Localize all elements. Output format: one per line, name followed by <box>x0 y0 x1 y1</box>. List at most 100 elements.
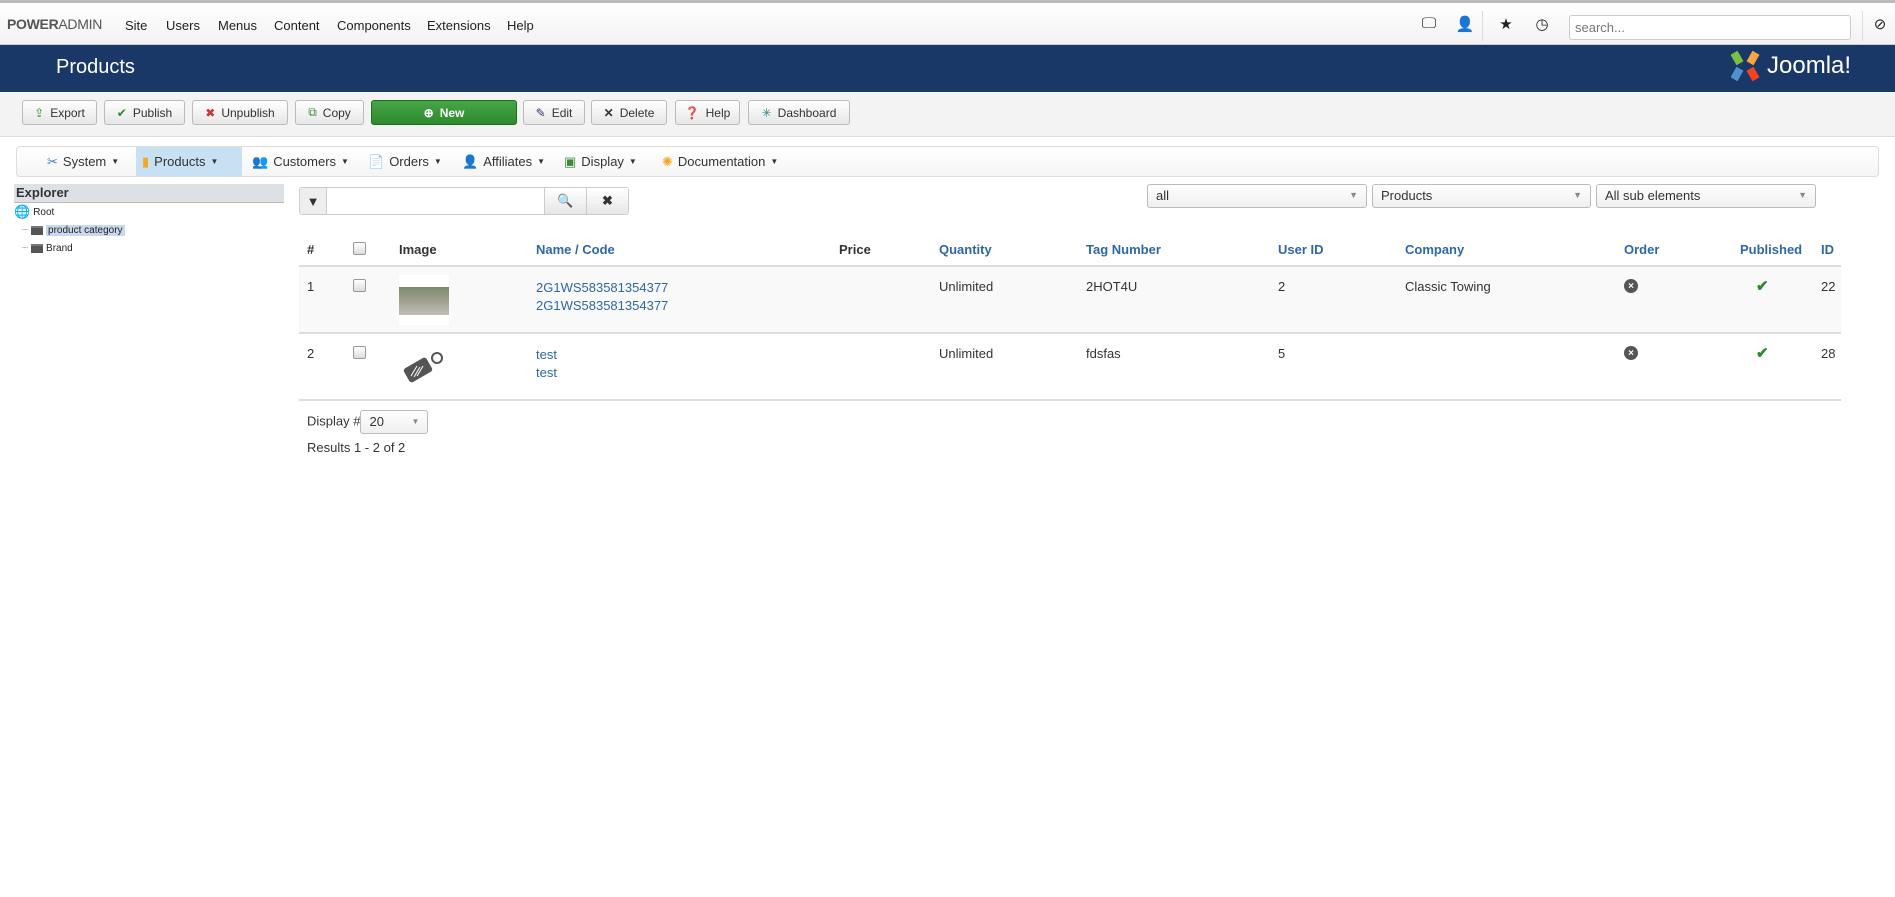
menu-label: Products <box>154 154 206 169</box>
row-checkbox[interactable] <box>353 346 366 362</box>
col-company[interactable]: Company <box>1405 242 1464 257</box>
tree-line: ┈ <box>22 242 29 254</box>
chevron-down-icon: ▼ <box>1573 190 1582 200</box>
nav-menus[interactable]: Menus <box>218 18 257 33</box>
search-input[interactable] <box>1569 15 1851 40</box>
menu-label: Affiliates <box>483 154 533 169</box>
products-table: # Image Name / Code Price Quantity Tag N… <box>299 230 1841 401</box>
nav-content[interactable]: Content <box>274 18 320 33</box>
menu-orders[interactable]: 📄 Orders ▼ <box>362 147 448 176</box>
chevron-down-icon: ▼ <box>1798 190 1807 200</box>
product-name-link[interactable]: test <box>536 347 557 362</box>
globe-icon: 🌐 <box>14 204 31 219</box>
top-navbar: POWERADMIN Site Users Menus Content Comp… <box>0 0 1895 45</box>
publish-button[interactable]: ✔ Publish <box>104 100 185 125</box>
product-code-link[interactable]: test <box>536 365 557 380</box>
copy-button[interactable]: ⧉ Copy <box>295 100 364 125</box>
tag-image-icon[interactable] <box>399 350 449 390</box>
menu-products[interactable]: ▮ Products ▼ <box>136 147 242 176</box>
menu-customers[interactable]: 👥 Customers ▼ <box>246 147 355 176</box>
folder-icon <box>31 225 44 235</box>
col-published[interactable]: Published <box>1740 242 1802 257</box>
col-num: # <box>307 242 315 257</box>
nav-users[interactable]: Users <box>166 18 200 33</box>
col-tag[interactable]: Tag Number <box>1086 242 1161 257</box>
caret-down-icon: ▼ <box>537 157 546 166</box>
checkin-icon[interactable]: ⊘ <box>1870 15 1890 33</box>
joomla-icon <box>1731 50 1760 82</box>
published-check-icon[interactable]: ✔ <box>1756 344 1769 362</box>
filter-icon: ▼ <box>300 188 327 214</box>
tree-item-product-category[interactable]: ┈ product category <box>14 221 284 239</box>
dashboard-icon: ✳ <box>761 105 772 120</box>
clock-icon[interactable]: ◷ <box>1532 15 1552 33</box>
order-remove-icon[interactable]: × <box>1624 279 1638 293</box>
new-button[interactable]: ⊕ New <box>371 100 517 125</box>
nav-components[interactable]: Components <box>337 18 411 33</box>
status-select[interactable]: all ▼ <box>1147 184 1367 208</box>
affiliates-icon: 👤 <box>462 153 479 169</box>
unpublish-button[interactable]: ✖ Unpublish <box>192 100 288 125</box>
title-bar: Products Joomla! <box>0 45 1895 92</box>
dashboard-label: Dashboard <box>777 105 837 120</box>
published-check-icon[interactable]: ✔ <box>1756 277 1769 295</box>
order-remove-icon[interactable]: × <box>1624 346 1638 360</box>
quantity: Unlimited <box>939 279 994 294</box>
col-id[interactable]: ID <box>1821 242 1834 257</box>
menu-label: System <box>62 154 107 169</box>
menu-display[interactable]: ▣ Display ▼ <box>558 147 643 176</box>
monitor-icon[interactable]: 🖵 <box>1419 15 1439 32</box>
search-button[interactable]: 🔍 <box>544 188 586 214</box>
star-icon[interactable]: ★ <box>1496 15 1516 33</box>
menu-documentation[interactable]: ✺ Documentation ▼ <box>656 147 784 176</box>
filter-input[interactable] <box>327 188 544 214</box>
plus-circle-icon: ⊕ <box>423 105 434 120</box>
product-image[interactable] <box>399 275 449 325</box>
search-icon: 🔍 <box>557 193 574 208</box>
menu-affiliates[interactable]: 👤 Affiliates ▼ <box>456 147 551 176</box>
edit-button[interactable]: ✎ Edit <box>523 100 585 125</box>
check-icon: ✔ <box>116 105 127 120</box>
customers-icon: 👥 <box>252 153 269 169</box>
nav-help[interactable]: Help <box>507 18 534 33</box>
export-button[interactable]: ⇪ Export <box>22 100 97 125</box>
explorer-panel: Explorer 🌐 Root ┈ product category ┈ Brand <box>14 184 284 257</box>
type-select[interactable]: Products ▼ <box>1372 184 1591 208</box>
tree-item-brand[interactable]: ┈ Brand <box>14 239 284 257</box>
display-label: Display # <box>307 413 361 429</box>
user-icon[interactable]: 👤 <box>1455 15 1475 33</box>
col-order[interactable]: Order <box>1624 242 1659 257</box>
tools-icon: ✂ <box>47 153 58 169</box>
row-num: 1 <box>307 279 315 294</box>
help-button[interactable]: ❓ Help <box>675 100 740 125</box>
divider <box>1482 11 1483 41</box>
copy-icon: ⧉ <box>308 105 317 119</box>
scope-select[interactable]: All sub elements ▼ <box>1596 184 1816 208</box>
caret-down-icon: ▼ <box>433 157 442 166</box>
menu-label: Customers <box>273 154 337 169</box>
filter-bar: ▼ 🔍 ✖ <box>299 187 629 215</box>
menu-system[interactable]: ✂ System ▼ <box>41 147 125 176</box>
clear-button[interactable]: ✖ <box>586 188 628 214</box>
dashboard-button[interactable]: ✳ Dashboard <box>748 100 850 125</box>
col-name[interactable]: Name / Code <box>536 242 615 257</box>
company: Classic Towing <box>1405 279 1491 294</box>
product-name-link[interactable]: 2G1WS583581354377 <box>536 280 668 295</box>
tree-root[interactable]: 🌐 Root <box>14 203 284 221</box>
select-all-checkbox[interactable] <box>353 242 366 258</box>
col-quantity[interactable]: Quantity <box>939 242 992 257</box>
list-footer: Display # 20 ▼ Results 1 - 2 of 2 <box>307 410 429 455</box>
row-checkbox[interactable] <box>353 279 366 295</box>
display-count-select[interactable]: 20 ▼ <box>360 410 429 434</box>
folder-icon <box>31 243 44 253</box>
nav-extensions[interactable]: Extensions <box>427 18 491 33</box>
col-user[interactable]: User ID <box>1278 242 1324 257</box>
user-id: 2 <box>1278 279 1286 294</box>
product-code-link[interactable]: 2G1WS583581354377 <box>536 298 668 313</box>
brand-logo[interactable]: POWERADMIN <box>7 16 102 32</box>
nav-site[interactable]: Site <box>125 18 147 33</box>
user-id: 5 <box>1278 346 1286 361</box>
delete-button[interactable]: ✕ Delete <box>591 100 667 125</box>
results-count: Results 1 - 2 of 2 <box>307 440 406 455</box>
delete-label: Delete <box>619 105 655 120</box>
